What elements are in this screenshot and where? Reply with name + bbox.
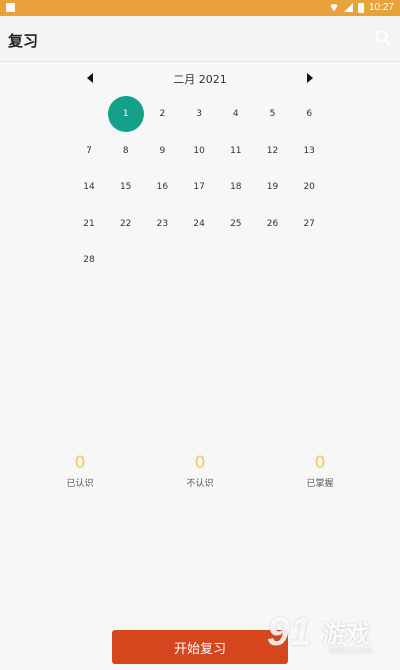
calendar-day[interactable]: 10 [181, 133, 217, 169]
status-icons: 10:27 [328, 2, 394, 13]
calendar-day[interactable]: 7 [71, 133, 107, 169]
stat-mastered-label: 已掌握 [306, 479, 334, 489]
wifi-icon [328, 3, 339, 12]
stat-unknown: 0 不认识 [165, 453, 235, 489]
calendar-day[interactable]: 5 [255, 96, 291, 132]
calendar-day[interactable]: 11 [218, 133, 254, 169]
calendar-day[interactable]: 24 [181, 206, 217, 242]
site-watermark: 91 游戏 91danji.com [267, 604, 392, 664]
calendar-day[interactable]: 13 [291, 133, 327, 169]
battery-icon [357, 2, 364, 13]
app-bar: 复习 [0, 16, 400, 62]
prev-month-button[interactable] [83, 71, 97, 85]
calendar-week-row: 21 22 23 24 25 26 27 [71, 206, 328, 243]
watermark-url: 91danji.com [329, 646, 373, 655]
notification-icon [6, 3, 15, 12]
signal-icon [343, 3, 353, 12]
calendar-day[interactable]: 8 [108, 133, 144, 169]
page-title: 复习 [8, 32, 39, 50]
calendar-header: 二月 2021 [0, 68, 400, 88]
stat-unknown-label: 不认识 [186, 479, 214, 489]
calendar-day[interactable]: 19 [255, 169, 291, 205]
stat-known-label: 已认识 [66, 479, 94, 489]
calendar-day[interactable]: 6 [291, 96, 327, 132]
month-label: 二月 2021 [173, 73, 227, 86]
next-month-button[interactable] [303, 71, 317, 85]
calendar-day[interactable]: 3 [181, 96, 217, 132]
watermark-text: 游戏 [322, 620, 370, 648]
calendar-grid: 1 2 3 4 5 6 7 8 9 10 11 12 13 14 15 16 1… [71, 96, 328, 279]
calendar-day[interactable]: 18 [218, 169, 254, 205]
calendar-day[interactable]: 23 [144, 206, 180, 242]
calendar-day[interactable]: 9 [144, 133, 180, 169]
calendar-week-row: 14 15 16 17 18 19 20 [71, 169, 328, 206]
calendar-week-row: 7 8 9 10 11 12 13 [71, 133, 328, 170]
calendar-day[interactable]: 15 [108, 169, 144, 205]
calendar-day[interactable]: 28 [71, 242, 107, 278]
stat-unknown-count: 0 [194, 453, 206, 473]
calendar-day-selected[interactable]: 1 [107, 96, 144, 132]
stat-mastered: 0 已掌握 [285, 453, 355, 489]
stat-known: 0 已认识 [45, 453, 115, 489]
search-icon[interactable] [374, 29, 392, 47]
calendar-day[interactable]: 26 [255, 206, 291, 242]
calendar-week-row: 1 2 3 4 5 6 [71, 96, 328, 133]
review-stats: 0 已认识 0 不认识 0 已掌握 [0, 453, 400, 493]
calendar-day[interactable]: 12 [255, 133, 291, 169]
watermark-logo: 91 [267, 610, 312, 654]
status-bar: 10:27 [0, 0, 400, 16]
calendar-day[interactable]: 27 [291, 206, 327, 242]
calendar-day[interactable]: 21 [71, 206, 107, 242]
calendar-week-row: 28 [71, 242, 328, 279]
calendar-day[interactable]: 2 [144, 96, 180, 132]
status-time: 10:27 [368, 2, 394, 13]
start-review-button[interactable]: 开始复习 [112, 630, 288, 664]
calendar-day[interactable]: 17 [181, 169, 217, 205]
calendar-day[interactable]: 4 [218, 96, 254, 132]
calendar-day[interactable]: 14 [71, 169, 107, 205]
triangle-right-icon [307, 73, 313, 83]
calendar-day[interactable]: 25 [218, 206, 254, 242]
stat-mastered-count: 0 [314, 453, 326, 473]
stat-known-count: 0 [74, 453, 86, 473]
triangle-left-icon [87, 73, 93, 83]
calendar-day[interactable]: 16 [144, 169, 180, 205]
calendar-day[interactable]: 22 [108, 206, 144, 242]
calendar-day[interactable]: 20 [291, 169, 327, 205]
